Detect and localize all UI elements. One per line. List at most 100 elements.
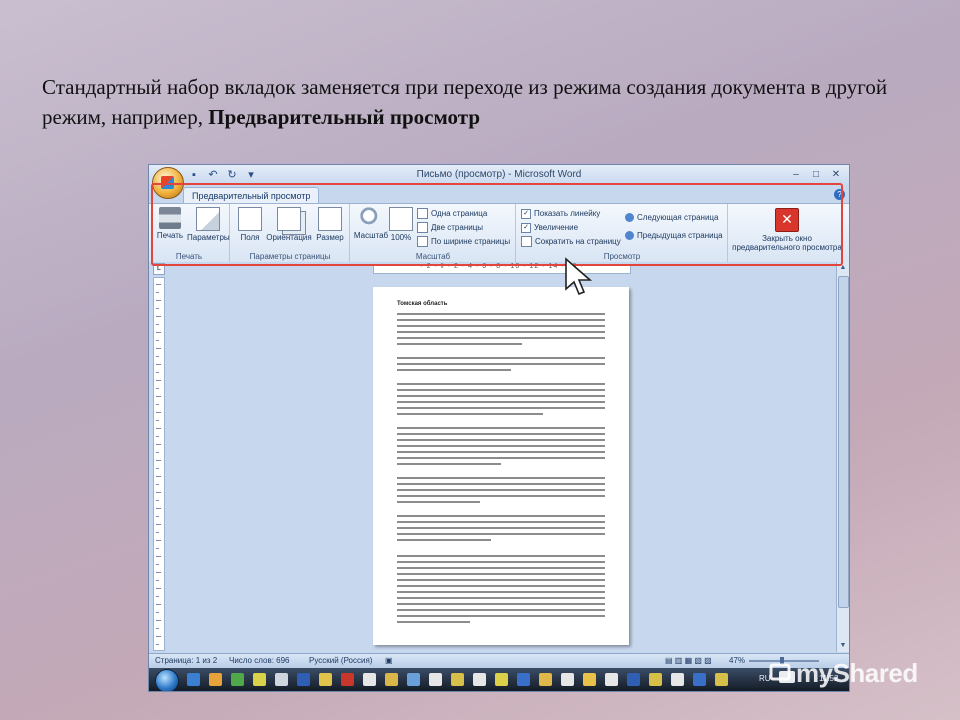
taskbar-app-icon[interactable] <box>495 673 508 686</box>
taskbar-app-icon[interactable] <box>363 673 376 686</box>
ruler-tick <box>156 500 159 501</box>
taskbar-app-icon[interactable] <box>561 673 574 686</box>
taskbar-app-icon[interactable] <box>209 673 222 686</box>
ruler-tick <box>156 316 161 317</box>
ruler-tick <box>156 396 161 397</box>
ruler-tick <box>156 508 161 509</box>
taskbar-app-icon[interactable] <box>341 673 354 686</box>
start-button[interactable] <box>155 669 179 691</box>
watermark-logo-icon <box>769 663 795 683</box>
status-page[interactable]: Страница: 1 из 2 <box>155 654 217 668</box>
close-window-icon[interactable]: ✕ <box>827 168 845 182</box>
ruler-tick <box>156 444 161 445</box>
taskbar-app-icon[interactable] <box>253 673 266 686</box>
taskbar-app-icon[interactable] <box>539 673 552 686</box>
ruler-tick <box>156 636 161 637</box>
ruler-tick <box>156 596 159 597</box>
ruler-tick <box>156 436 159 437</box>
taskbar-app-icon[interactable] <box>715 673 728 686</box>
taskbar-app-icon[interactable] <box>275 673 288 686</box>
ruler-tick <box>156 580 159 581</box>
ruler-tick <box>156 604 161 605</box>
ruler-tick <box>156 428 161 429</box>
ruler-tick <box>156 476 161 477</box>
ruler-tick <box>156 468 159 469</box>
taskbar-app-icon[interactable] <box>693 673 706 686</box>
ruler-tick <box>156 644 159 645</box>
paragraph-1 <box>397 313 605 349</box>
taskbar-app-icon[interactable] <box>319 673 332 686</box>
paragraph-6 <box>397 515 605 545</box>
ruler-tick <box>156 620 161 621</box>
ruler-tick <box>156 588 161 589</box>
status-language[interactable]: Русский (Россия) <box>309 654 372 668</box>
ruler-tick <box>156 404 159 405</box>
paragraph-2 <box>397 357 605 375</box>
vertical-scrollbar[interactable]: ▲ ▼ <box>836 262 849 652</box>
taskbar-app-icon[interactable] <box>627 673 640 686</box>
scroll-down-icon[interactable]: ▼ <box>837 640 849 652</box>
word-window: ▪ ↶ ↻ ▾ Письмо (просмотр) - Microsoft Wo… <box>148 164 850 692</box>
taskbar-app-icon[interactable] <box>671 673 684 686</box>
maximize-icon[interactable]: □ <box>807 168 825 182</box>
ruler-tick <box>156 612 159 613</box>
taskbar-app-icon[interactable] <box>517 673 530 686</box>
ruler-tick <box>156 308 159 309</box>
status-zoom[interactable]: 47% <box>729 654 745 668</box>
minimize-icon[interactable]: – <box>787 168 805 182</box>
window-controls: – □ ✕ <box>787 168 845 182</box>
taskbar-app-icon[interactable] <box>297 673 310 686</box>
view-buttons[interactable]: ▤ ▥ ▦ ▧ ▨ <box>665 654 712 668</box>
ruler-tick <box>156 364 161 365</box>
document-page[interactable]: Томская область <box>373 287 629 645</box>
ruler-tick <box>156 420 159 421</box>
ruler-tick <box>156 460 161 461</box>
taskbar-app-icon[interactable] <box>583 673 596 686</box>
paragraph-7 <box>397 555 605 627</box>
ruler-tick <box>156 484 159 485</box>
taskbar-app-icon[interactable] <box>385 673 398 686</box>
ruler-tick <box>156 540 161 541</box>
ruler-tick <box>156 340 159 341</box>
ruler-tick <box>156 564 159 565</box>
ruler-tick <box>156 412 161 413</box>
ruler-tick <box>156 324 159 325</box>
taskbar-app-icon[interactable] <box>231 673 244 686</box>
status-words[interactable]: Число слов: 696 <box>229 654 289 668</box>
ruler-tick <box>156 292 159 293</box>
taskbar-app-icon[interactable] <box>187 673 200 686</box>
document-heading: Томская область <box>397 301 448 307</box>
ruler-tick <box>156 516 159 517</box>
ruler-tick <box>156 332 161 333</box>
ruler-tick <box>156 348 161 349</box>
caption-bold: Предварительный просмотр <box>208 105 481 129</box>
taskbar-app-icon[interactable] <box>649 673 662 686</box>
ruler-tick <box>156 388 159 389</box>
slide-caption: Стандартный набор вкладок заменяется при… <box>42 72 922 132</box>
macro-icon[interactable]: ▣ <box>385 654 393 668</box>
paragraph-4 <box>397 427 605 469</box>
ruler-tick <box>156 284 161 285</box>
ruler-tick <box>156 556 161 557</box>
status-bar: Страница: 1 из 2 Число слов: 696 Русский… <box>149 653 849 668</box>
paragraph-3 <box>397 383 605 419</box>
ruler-tick <box>156 492 161 493</box>
ruler-tick <box>156 548 159 549</box>
taskbar-app-icon[interactable] <box>407 673 420 686</box>
ruler-tick <box>156 452 159 453</box>
taskbar-app-icon[interactable] <box>451 673 464 686</box>
vertical-ruler[interactable] <box>153 277 165 651</box>
ruler-tick <box>156 300 161 301</box>
scroll-thumb[interactable] <box>838 276 849 608</box>
taskbar-app-icon[interactable] <box>605 673 618 686</box>
ruler-tick <box>156 572 161 573</box>
ruler-tick <box>156 380 161 381</box>
window-title: Письмо (просмотр) - Microsoft Word <box>416 169 582 180</box>
taskbar-app-icon[interactable] <box>473 673 486 686</box>
taskbar-app-icon[interactable] <box>429 673 442 686</box>
ruler-tick <box>156 356 159 357</box>
ruler-tick <box>156 372 159 373</box>
taskbar: RU 11:52 <box>149 668 849 691</box>
ruler-tick <box>156 532 159 533</box>
watermark-text: myShared <box>796 658 918 688</box>
